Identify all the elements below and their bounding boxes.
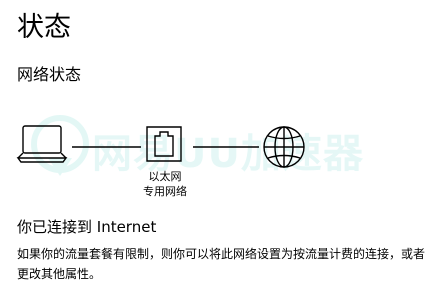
section-title-network-status: 网络状态 [17,65,82,84]
page-title: 状态 [17,12,71,43]
adapter-network-type: 专用网络 [143,185,187,198]
connection-status-description: 如果你的流量套餐有限制，则你可以将此网络设置为按流量计费的连接，或者更改其他属性… [17,247,426,281]
network-diagram [0,110,442,210]
adapter-name: 以太网 [148,170,182,183]
globe-icon [263,126,305,168]
connection-status-heading: 你已连接到 Internet [17,218,157,236]
laptop-icon [16,125,68,163]
ethernet-port-icon [146,126,182,162]
